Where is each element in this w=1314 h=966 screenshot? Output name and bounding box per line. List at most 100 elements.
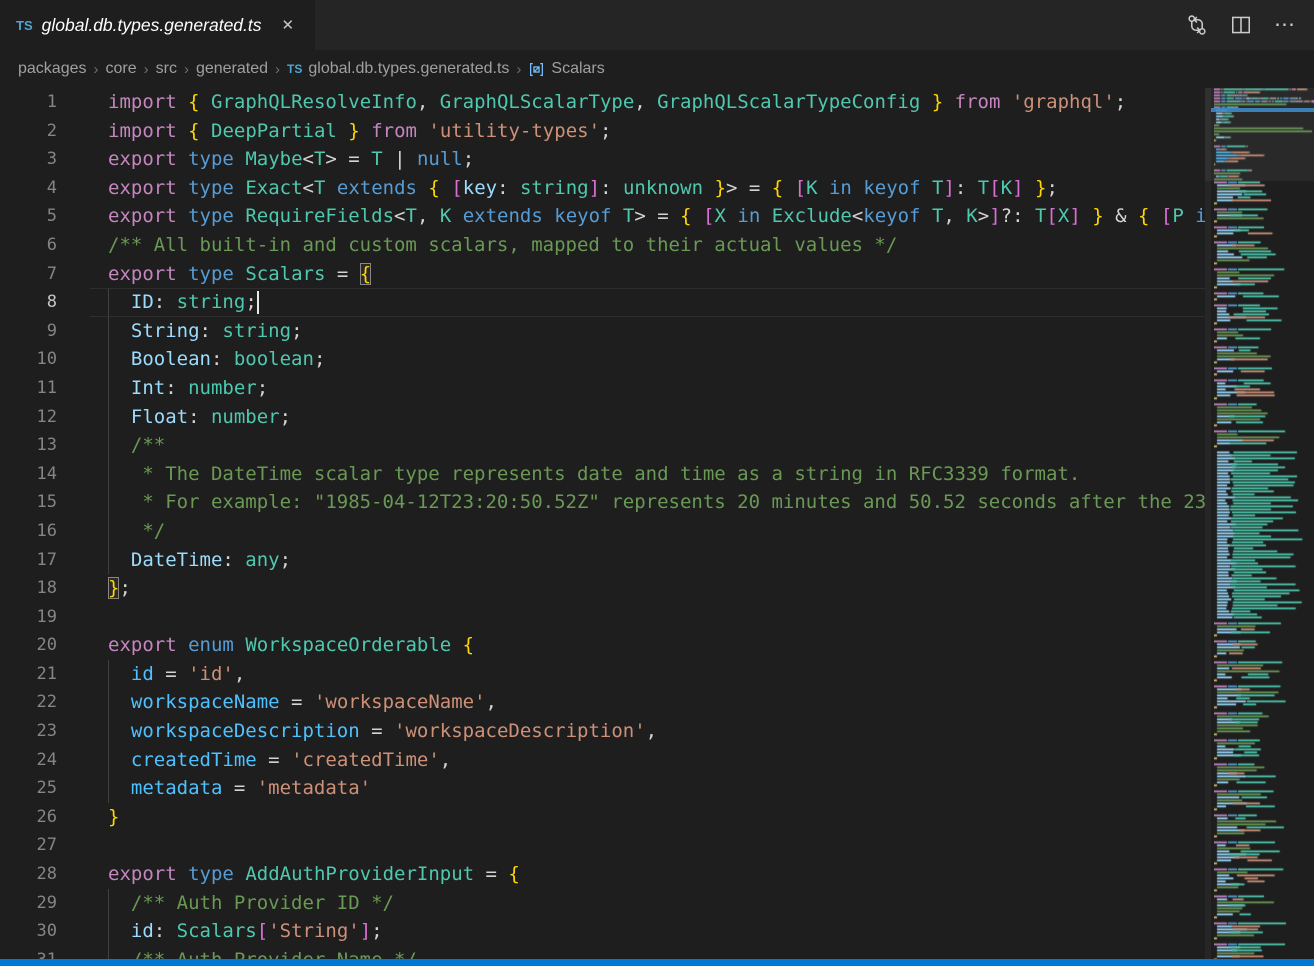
code-line-10[interactable]: Boolean: boolean; <box>90 345 1205 374</box>
breadcrumb-separator-icon: › <box>516 61 521 78</box>
code-line-22[interactable]: workspaceName = 'workspaceName', <box>90 688 1205 717</box>
line-number: 8 <box>0 288 90 317</box>
breadcrumb-separator-icon: › <box>94 61 99 78</box>
tab-global-db-types-generated[interactable]: TS global.db.types.generated.ts ✕ <box>0 0 315 50</box>
line-number: 20 <box>0 631 90 660</box>
code-line-28[interactable]: export type AddAuthProviderInput = { <box>90 860 1205 889</box>
code-line-30[interactable]: id: Scalars['String']; <box>90 917 1205 946</box>
code-line-24[interactable]: createdTime = 'createdTime', <box>90 746 1205 775</box>
code-line-13[interactable]: /** <box>90 431 1205 460</box>
minimap[interactable] <box>1205 88 1314 959</box>
code-line-26[interactable]: } <box>90 803 1205 832</box>
line-number: 1 <box>0 88 90 117</box>
split-editor-icon[interactable] <box>1226 10 1256 40</box>
line-number: 29 <box>0 889 90 918</box>
line-number: 18 <box>0 574 90 603</box>
code-line-23[interactable]: workspaceDescription = 'workspaceDescrip… <box>90 717 1205 746</box>
line-number: 23 <box>0 717 90 746</box>
line-number: 7 <box>0 260 90 289</box>
code-line-7[interactable]: export type Scalars = { <box>90 260 1205 289</box>
code-line-18[interactable]: }; <box>90 574 1205 603</box>
line-number: 22 <box>0 688 90 717</box>
line-number: 12 <box>0 403 90 432</box>
breadcrumb-item-packages[interactable]: packages <box>18 60 87 78</box>
line-number: 9 <box>0 317 90 346</box>
breadcrumb-label: generated <box>196 60 268 78</box>
code-line-17[interactable]: DateTime: any; <box>90 546 1205 575</box>
code-line-21[interactable]: id = 'id', <box>90 660 1205 689</box>
code-line-15[interactable]: * For example: "1985-04-12T23:20:50.52Z"… <box>90 488 1205 517</box>
code-editor[interactable]: 1234567891011121314151617181920212223242… <box>0 88 1314 959</box>
line-number: 5 <box>0 202 90 231</box>
code-line-20[interactable]: export enum WorkspaceOrderable { <box>90 631 1205 660</box>
code-line-31[interactable]: /** Auth Provider Name */ <box>90 946 1205 959</box>
current-line-highlight <box>90 288 1205 317</box>
code-line-27[interactable] <box>90 831 1205 860</box>
code-line-14[interactable]: * The DateTime scalar type represents da… <box>90 460 1205 489</box>
breadcrumb-label: src <box>156 60 177 78</box>
line-number: 10 <box>0 345 90 374</box>
minimap-current-line-marker <box>1211 108 1314 112</box>
breadcrumb-item-scalars[interactable]: Scalars <box>528 60 604 78</box>
code-line-6[interactable]: /** All built-in and custom scalars, map… <box>90 231 1205 260</box>
typescript-file-icon: TS <box>287 62 302 76</box>
breadcrumb-separator-icon: › <box>144 61 149 78</box>
line-number: 25 <box>0 774 90 803</box>
line-number: 11 <box>0 374 90 403</box>
breadcrumb-label: core <box>106 60 137 78</box>
line-number: 19 <box>0 603 90 632</box>
code-line-19[interactable] <box>90 603 1205 632</box>
code-line-12[interactable]: Float: number; <box>90 403 1205 432</box>
line-number: 16 <box>0 517 90 546</box>
code-line-2[interactable]: import { DeepPartial } from 'utility-typ… <box>90 117 1205 146</box>
symbol-variable-icon <box>528 61 545 78</box>
code-line-29[interactable]: /** Auth Provider ID */ <box>90 889 1205 918</box>
line-number: 14 <box>0 460 90 489</box>
line-number: 13 <box>0 431 90 460</box>
close-tab-icon[interactable]: ✕ <box>277 13 300 37</box>
tab-bar: TS global.db.types.generated.ts ✕ ⋯ <box>0 0 1314 50</box>
code-line-1[interactable]: import { GraphQLResolveInfo, GraphQLScal… <box>90 88 1205 117</box>
breadcrumb-label: global.db.types.generated.ts <box>308 60 509 78</box>
code-content: import { GraphQLResolveInfo, GraphQLScal… <box>90 88 1205 959</box>
minimap-canvas <box>1214 88 1314 959</box>
breadcrumb-item-src[interactable]: src <box>156 60 177 78</box>
line-number: 15 <box>0 488 90 517</box>
breadcrumb-separator-icon: › <box>275 61 280 78</box>
code-line-11[interactable]: Int: number; <box>90 374 1205 403</box>
line-number: 21 <box>0 660 90 689</box>
line-number: 30 <box>0 917 90 946</box>
line-number: 17 <box>0 546 90 575</box>
more-actions-icon[interactable]: ⋯ <box>1270 10 1300 40</box>
minimap-border <box>1205 88 1211 959</box>
minimap-slider[interactable] <box>1205 88 1314 181</box>
code-line-16[interactable]: */ <box>90 517 1205 546</box>
editor-actions: ⋯ <box>1182 0 1314 50</box>
status-bar <box>0 959 1314 966</box>
line-number: 3 <box>0 145 90 174</box>
tab-title: global.db.types.generated.ts <box>42 15 262 36</box>
breadcrumb: packages › core › src › generated › TS global.db.… <box>0 50 1314 88</box>
line-number: 28 <box>0 860 90 889</box>
code-line-25[interactable]: metadata = 'metadata' <box>90 774 1205 803</box>
code-line-4[interactable]: export type Exact<T extends { [key: stri… <box>90 174 1205 203</box>
breadcrumb-item-core[interactable]: core <box>106 60 137 78</box>
code-line-3[interactable]: export type Maybe<T> = T | null; <box>90 145 1205 174</box>
breadcrumb-label: packages <box>18 60 87 78</box>
breadcrumb-item-generated[interactable]: generated <box>196 60 268 78</box>
text-cursor <box>257 291 259 314</box>
line-number: 24 <box>0 746 90 775</box>
code-line-5[interactable]: export type RequireFields<T, K extends k… <box>90 202 1205 231</box>
code-line-8[interactable]: ID: string; <box>90 288 1205 317</box>
breadcrumb-item-global-db-types-generated-ts[interactable]: TS global.db.types.generated.ts <box>287 60 509 78</box>
breadcrumb-separator-icon: › <box>184 61 189 78</box>
line-number: 26 <box>0 803 90 832</box>
line-number: 2 <box>0 117 90 146</box>
code-line-9[interactable]: String: string; <box>90 317 1205 346</box>
typescript-file-icon: TS <box>16 18 33 33</box>
open-changes-icon[interactable] <box>1182 10 1212 40</box>
line-number: 6 <box>0 231 90 260</box>
line-number: 31 <box>0 946 90 959</box>
line-number-gutter: 1234567891011121314151617181920212223242… <box>0 88 90 959</box>
line-number: 4 <box>0 174 90 203</box>
